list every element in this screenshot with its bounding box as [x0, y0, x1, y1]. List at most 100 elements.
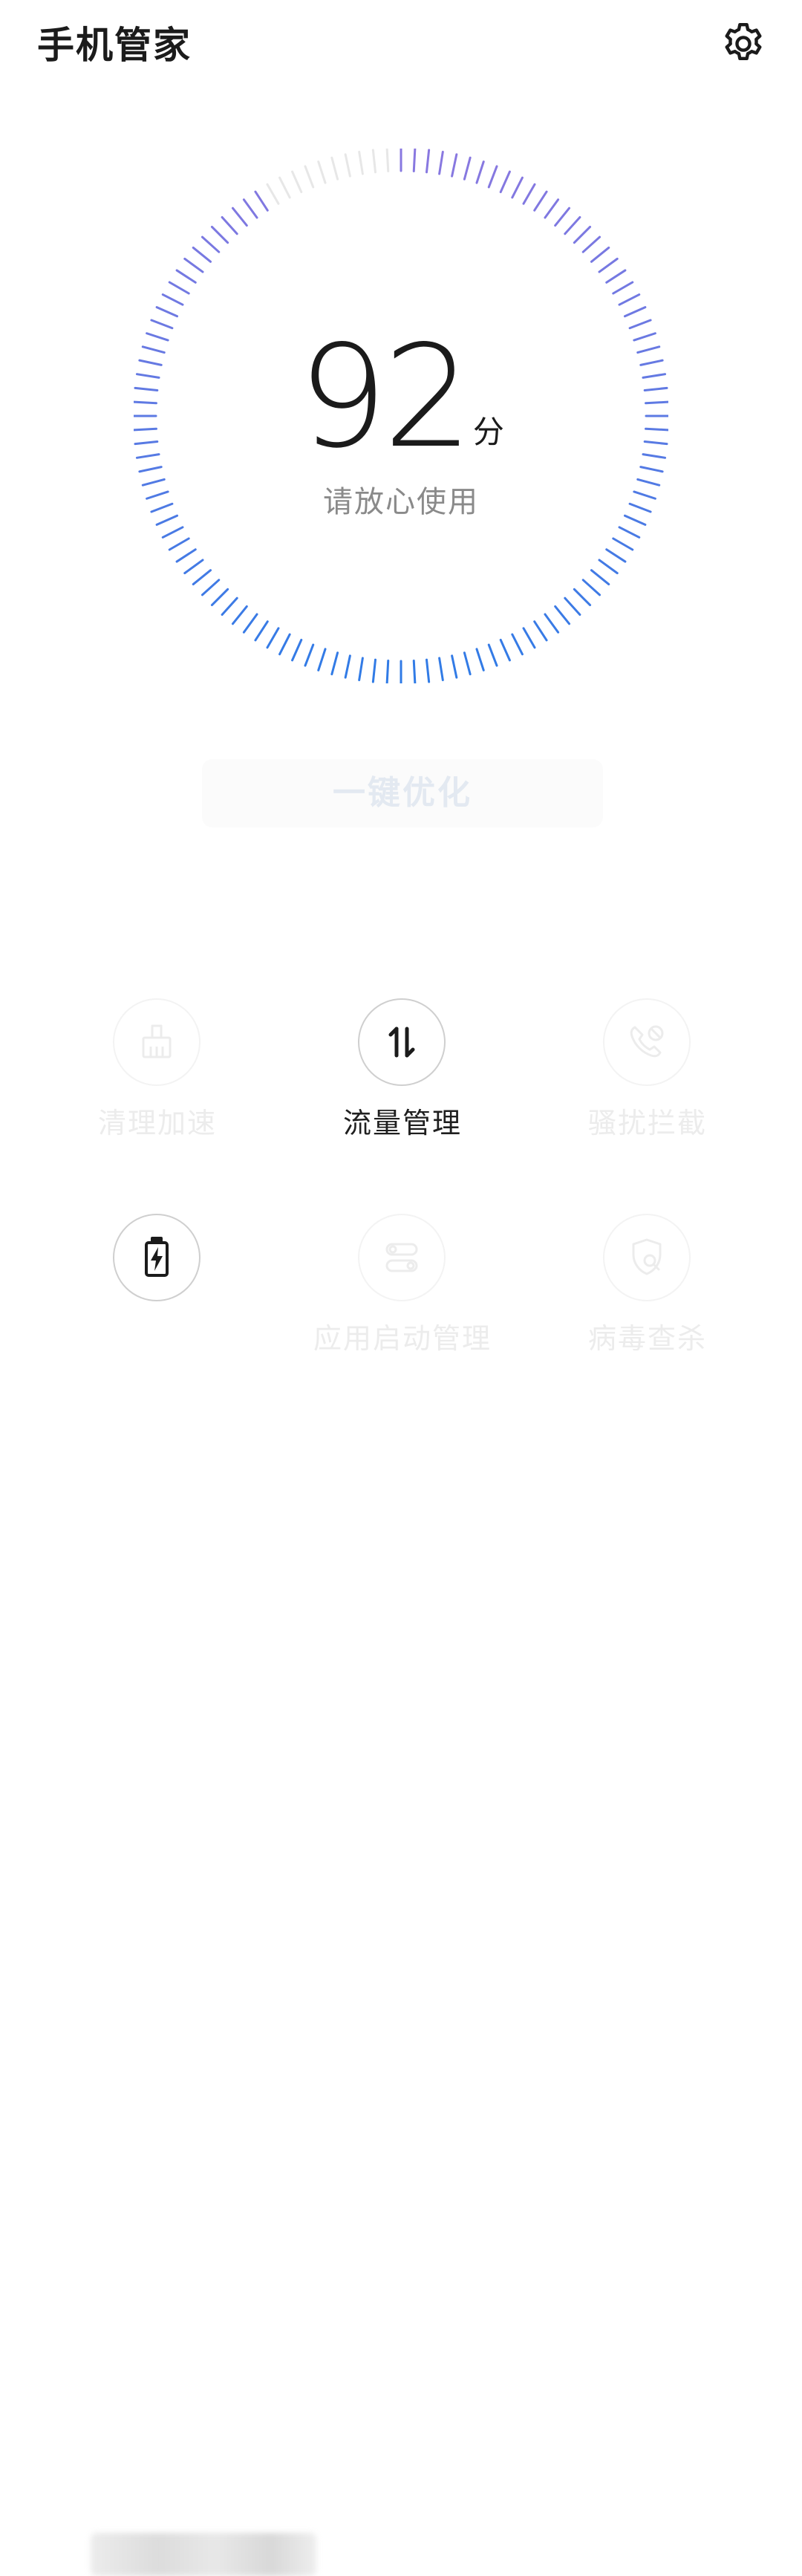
app-launch-icon [385, 1243, 418, 1272]
gauge-tick [487, 643, 498, 667]
gauge-tick [499, 638, 511, 662]
gauge-tick [564, 596, 581, 617]
tile-app-launch[interactable]: 应用启动管理 [291, 1214, 514, 1362]
gauge-tick [623, 306, 647, 318]
gauge-tick [463, 156, 472, 180]
score-status: 请放心使用 [323, 485, 479, 519]
gauge-tick [200, 235, 221, 253]
tile-label: 清理加速 [97, 1107, 217, 1139]
gauge-tick [522, 627, 536, 649]
gauge-tick [612, 281, 634, 295]
tile-label-blurred [91, 2533, 316, 2576]
gauge-tick [612, 537, 634, 551]
gauge-tick [358, 150, 364, 175]
gauge-tick [304, 643, 315, 667]
tile-icon-circle [358, 998, 446, 1086]
gauge-tick [168, 281, 190, 295]
gauge-tick [231, 206, 248, 227]
gauge-tick [317, 160, 327, 184]
gear-icon [725, 22, 762, 60]
tile-label: 病毒查杀 [587, 1322, 707, 1355]
gauge-tick [499, 170, 511, 194]
gauge-tick [200, 579, 221, 596]
tile-icon-circle [603, 1214, 691, 1301]
blocked-call-icon [630, 1025, 664, 1058]
optimize-button[interactable]: 一键优化 [202, 759, 603, 827]
gauge-tick [475, 648, 485, 671]
score-unit: 分 [472, 414, 504, 450]
gauge-tick [221, 215, 238, 235]
gauge-tick [605, 548, 627, 563]
gauge-tick [544, 613, 560, 634]
gauge-tick [451, 153, 458, 178]
gauge-tick [161, 293, 184, 306]
gauge-tick [385, 660, 390, 683]
page-title: 手机管家 [37, 24, 192, 67]
gauge-tick [330, 156, 339, 180]
gauge-tick [522, 183, 536, 205]
tile-label: 骚扰拦截 [587, 1107, 707, 1139]
gauge-tick [304, 165, 315, 189]
app-header: 手机管家 [0, 0, 802, 89]
gauge-tick [371, 149, 377, 174]
gauge-tick [291, 638, 303, 662]
gauge-tick [183, 257, 204, 273]
gauge-tick [598, 257, 619, 273]
gauge-tick [168, 537, 190, 551]
tile-icon-circle [113, 1214, 200, 1301]
gauge-tick [266, 627, 280, 649]
gauge-tick [192, 246, 212, 263]
gauge-tick [554, 206, 571, 227]
gauge-tick [463, 651, 472, 676]
gauge-tick [192, 569, 212, 586]
gauge-tick [533, 190, 548, 212]
settings-button[interactable] [719, 19, 768, 68]
tile-battery[interactable] [46, 1214, 316, 2576]
gauge-tick [344, 654, 351, 679]
tile-icon-circle [603, 998, 691, 1086]
gauge-tick [278, 176, 291, 199]
gauge-tick [385, 149, 390, 172]
tile-icon-circle [358, 1214, 446, 1301]
gauge-tick [618, 526, 641, 539]
gauge-tick [605, 269, 627, 284]
gauge-tick [231, 605, 248, 625]
gauge-tick [438, 150, 444, 175]
tile-harassment-block[interactable]: 骚扰拦截 [536, 998, 759, 1147]
tile-virus-scan[interactable]: 病毒查杀 [536, 1214, 759, 1362]
gauge-tick [554, 605, 571, 625]
gauge-tick [581, 579, 602, 596]
gauge-tick [438, 657, 444, 682]
gauge-tick [573, 225, 592, 244]
tile-icon-circle [113, 998, 200, 1086]
gauge-tick [242, 613, 258, 634]
score-display: 92 分 [134, 327, 668, 468]
gauge-tick [544, 198, 560, 219]
gauge-tick [425, 149, 431, 174]
gauge-tick [278, 633, 291, 656]
tile-label: 应用启动管理 [313, 1322, 492, 1355]
gauge-tick [475, 160, 485, 184]
score-gauge: 92 分 请放心使用 [134, 149, 668, 683]
battery-charging-icon [145, 1237, 169, 1277]
gauge-tick [371, 658, 377, 683]
broom-icon [142, 1024, 172, 1058]
gauge-tick [161, 526, 184, 539]
gauge-tick [330, 651, 339, 676]
gauge-tick [155, 306, 179, 318]
tile-data-traffic[interactable]: 流量管理 [291, 998, 514, 1147]
gauge-tick [175, 269, 197, 284]
gauge-tick [511, 633, 524, 656]
gauge-tick [221, 596, 238, 617]
gauge-tick [564, 215, 581, 235]
gauge-tick [291, 170, 303, 194]
gauge-tick [183, 559, 204, 575]
tile-clean-speedup[interactable]: 清理加速 [46, 998, 269, 1147]
gauge-tick [598, 559, 619, 575]
data-traffic-icon [388, 1027, 415, 1058]
gauge-tick [533, 620, 548, 642]
gauge-tick [210, 225, 229, 244]
gauge-tick [451, 654, 458, 679]
gauge-tick [344, 153, 351, 178]
gauge-tick [242, 198, 258, 219]
